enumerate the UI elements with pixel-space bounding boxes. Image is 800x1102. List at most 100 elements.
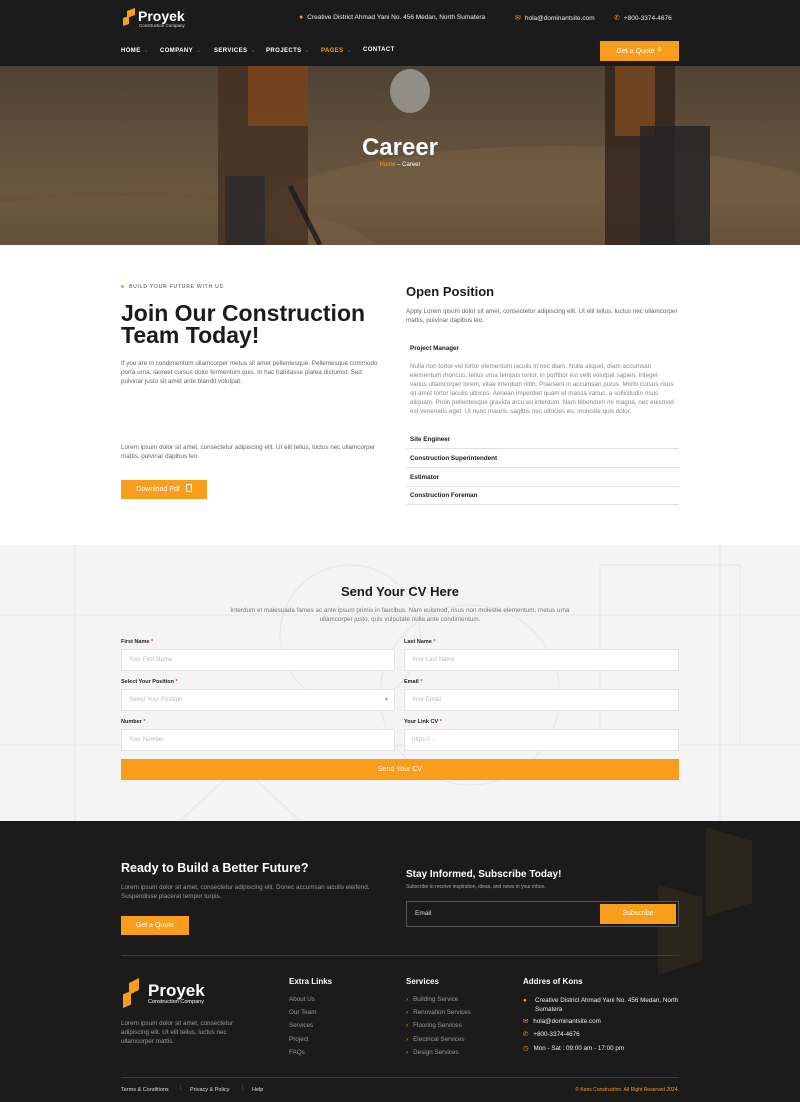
join-paragraph-1: If you are in condimentum ullamcorper me… [121, 360, 378, 385]
ready-title: Ready to Build a Better Future? [121, 861, 309, 875]
footer-service-electrical[interactable]: › Electrical Services [406, 1036, 465, 1043]
accordion-item-superintendent[interactable]: Construction Superintendent [406, 449, 679, 468]
footer-service-flooring[interactable]: › Flooring Services [406, 1022, 462, 1029]
accordion-body: Nulla non tortor vel tortor elementum ia… [410, 363, 674, 416]
header-address: ● Creative District Ahmad Yani No. 456 Me… [299, 14, 486, 21]
number-label: Number * [121, 719, 146, 725]
footer-privacy-link[interactable]: Privacy & Policy [190, 1087, 229, 1093]
footer-link-faqs[interactable]: FAQs [289, 1049, 305, 1056]
number-input[interactable]: Your Number [121, 729, 395, 751]
chevron-right-icon: › [406, 1036, 409, 1043]
brand-tagline: Construction Company [139, 23, 185, 28]
join-paragraph-2: Lorem ipsum dolor sit amet, consectetur … [121, 444, 376, 460]
footer-link-services[interactable]: Services [289, 1022, 313, 1029]
extra-links-title: Extra Links [289, 977, 333, 986]
footer-logo-watermark [658, 827, 752, 975]
open-position-desc: Apply Lorem ipsum dolor sit amet, consec… [406, 308, 678, 324]
footer-bottom-separator: | [242, 1085, 244, 1091]
last-name-label: Last Name * [404, 639, 436, 645]
footer-link-project[interactable]: Project [289, 1036, 309, 1043]
download-pdf-button[interactable]: Download Pdf [121, 480, 207, 499]
position-select[interactable]: Select Your Position ▾ [121, 689, 395, 711]
cv-title: Send Your CV Here [341, 584, 459, 599]
header-phone[interactable]: ✆ +800-3374-4676 [614, 14, 672, 22]
footer-service-design[interactable]: › Design Services [406, 1049, 459, 1056]
nav-projects[interactable]: PROJECTS ⌄ [266, 47, 310, 54]
breadcrumb-home[interactable]: Home [379, 162, 395, 168]
site-header: Proyek Construction Company ● Creative Di… [0, 0, 800, 66]
chevron-right-icon: › [406, 1049, 409, 1056]
logo-icon[interactable] [123, 8, 135, 26]
mail-icon: ✉ [523, 1018, 529, 1025]
chevron-right-icon: › [406, 996, 409, 1003]
mail-icon: ✉ [515, 15, 521, 22]
section-eyebrow: BUILD YOUR FUTURE WITH US [121, 284, 224, 290]
email-input[interactable]: Your Email [404, 689, 679, 711]
footer-divider [121, 955, 679, 956]
site-footer [0, 821, 800, 1102]
address-title: Addres of Kons [523, 977, 583, 986]
nav-company[interactable]: COMPANY ⌄ [160, 47, 201, 54]
location-pin-icon: ● [523, 997, 527, 1004]
plus-icon: + [656, 45, 663, 56]
last-name-input[interactable]: Your Last Name [404, 649, 679, 671]
subscribe-form: Email Subscribe [406, 901, 679, 927]
subscribe-text: Subscribe to receive inspiration, ideas,… [406, 884, 546, 890]
link-cv-input[interactable]: https://... [404, 729, 679, 751]
copyright: © Kons Construction. All Right Reserved … [575, 1087, 679, 1093]
footer-phone[interactable]: ✆ +800-3374-4676 [523, 1031, 580, 1038]
accordion-item-project-manager[interactable]: Project Manager [406, 340, 679, 357]
email-label: Email * [404, 679, 423, 685]
footer-logo-icon[interactable] [123, 978, 139, 1008]
phone-icon: ✆ [614, 15, 620, 22]
send-cv-button[interactable]: Send Your CV [121, 759, 679, 780]
footer-service-renovation[interactable]: › Renovation Services [406, 1009, 471, 1016]
nav-services[interactable]: SERVICES ⌄ [214, 47, 256, 54]
footer-terms-link[interactable]: Terms & Conditions [121, 1087, 169, 1093]
footer-hours: ◷ Mon - Sat : 09:00 am - 17:00 pm [523, 1045, 625, 1052]
chevron-right-icon: › [406, 1009, 409, 1016]
nav-pages[interactable]: PAGES ⌄ [321, 47, 352, 54]
nav-home[interactable]: HOME ⌄ [121, 47, 149, 54]
footer-get-quote-button[interactable]: Get a Quote [121, 916, 189, 935]
footer-brand[interactable]: Proyek [148, 981, 205, 1001]
get-quote-button[interactable]: Get a Quote + [600, 41, 679, 61]
footer-about: Lorem ipsum dolor sit amet, consectetur … [121, 1020, 233, 1045]
subscribe-button[interactable]: Subscribe [600, 904, 676, 924]
accordion-item-foreman[interactable]: Construction Foreman [406, 487, 679, 505]
chevron-right-icon: › [406, 1022, 409, 1029]
footer-bottom-divider [121, 1077, 679, 1078]
document-icon [185, 484, 192, 492]
subscribe-email-input[interactable]: Email [415, 910, 431, 917]
brand-name[interactable]: Proyek [138, 8, 185, 24]
services-title: Services [406, 977, 439, 986]
breadcrumb: Home – Career [379, 162, 421, 168]
subscribe-title: Stay Informed, Subscribe Today! [406, 869, 562, 880]
footer-email[interactable]: ✉ hola@dominantsite.com [523, 1018, 601, 1025]
hero-banner: Career Home – Career [0, 66, 800, 245]
clock-icon: ◷ [523, 1045, 529, 1052]
open-position-title: Open Position [406, 284, 495, 299]
first-name-input[interactable]: Your First Name [121, 649, 395, 671]
footer-service-building[interactable]: › Building Service [406, 996, 458, 1003]
position-label: Select Your Position * [121, 679, 178, 685]
cv-description: Interdum et malesuada fames ac ante ipsu… [230, 607, 570, 623]
ready-text: Lorem ipsum dolor sit amet, consectetur … [121, 884, 370, 900]
accordion-item-estimator[interactable]: Estimator [406, 468, 679, 487]
chevron-down-icon: ▾ [384, 697, 388, 703]
footer-bottom-separator: | [180, 1085, 182, 1091]
join-title: Join Our Construction Team Today! [121, 300, 366, 348]
location-pin-icon: ● [299, 14, 304, 21]
header-email[interactable]: ✉ hola@dominantsite.com [515, 14, 595, 22]
page-title: Career [361, 134, 439, 161]
phone-icon: ✆ [523, 1031, 529, 1038]
accordion-item-site-engineer[interactable]: Site Engineer [406, 431, 679, 449]
nav-contact[interactable]: CONTACT [363, 47, 395, 53]
footer-help-link[interactable]: Help [252, 1087, 263, 1093]
breadcrumb-current: Career [402, 162, 421, 168]
footer-tagline: Construction Company [148, 999, 204, 1005]
footer-link-about[interactable]: About Us [289, 996, 315, 1003]
footer-address: ● Creative District Ahmad Yani No. 456 Me… [523, 997, 679, 1013]
footer-link-team[interactable]: Our Team [289, 1009, 317, 1016]
first-name-label: First Name * [121, 639, 154, 645]
